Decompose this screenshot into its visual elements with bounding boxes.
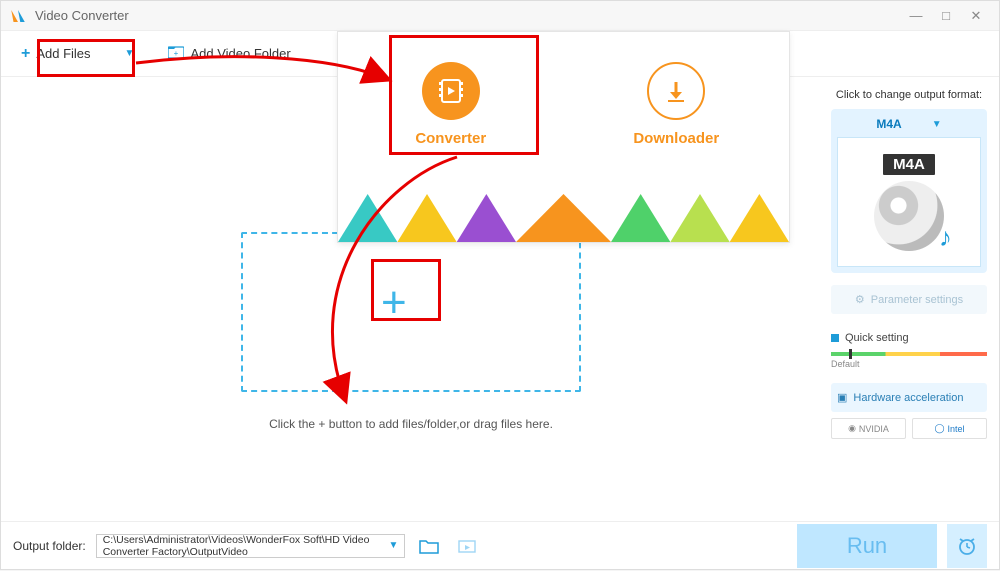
- chip-icon: ▣: [837, 391, 847, 404]
- minimize-button[interactable]: —: [901, 8, 931, 23]
- mode-converter[interactable]: Converter: [376, 62, 526, 147]
- nvidia-icon: ◉: [848, 423, 856, 434]
- folder-icon: [419, 538, 439, 554]
- disc-icon: ♪: [874, 181, 944, 251]
- download-icon: [647, 62, 705, 120]
- vendor-nvidia[interactable]: ◉ NVIDIA: [831, 418, 906, 439]
- quick-setting-label: Quick setting: [845, 332, 909, 344]
- svg-text:+: +: [174, 49, 179, 58]
- bottom-bar: Output folder: C:\Users\Administrator\Vi…: [1, 521, 999, 569]
- parameter-settings-label: Parameter settings: [871, 294, 963, 306]
- plus-icon: +: [21, 45, 30, 63]
- close-button[interactable]: ✕: [961, 8, 991, 24]
- music-note-icon: ♪: [939, 222, 952, 253]
- add-files-button[interactable]: + Add Files: [11, 41, 101, 67]
- folder-plus-icon: +: [168, 45, 184, 62]
- schedule-button[interactable]: [947, 524, 987, 568]
- vendor-intel[interactable]: ◯ Intel: [912, 418, 987, 439]
- output-folder-input[interactable]: C:\Users\Administrator\Videos\WonderFox …: [96, 534, 406, 558]
- output-format-hint: Click to change output format:: [831, 89, 987, 101]
- slider-thumb[interactable]: [849, 349, 852, 359]
- drop-zone[interactable]: [241, 232, 581, 392]
- output-folder-label: Output folder:: [13, 539, 86, 553]
- add-folder-label: Add Video Folder: [190, 46, 290, 61]
- add-video-folder-button[interactable]: + Add Video Folder: [158, 41, 300, 66]
- hw-accel-label: Hardware acceleration: [853, 392, 963, 404]
- folder-open-icon: [457, 538, 477, 554]
- alarm-clock-icon: [956, 535, 978, 557]
- decorative-triangles: [338, 194, 789, 242]
- run-button[interactable]: Run: [797, 524, 937, 568]
- format-preview[interactable]: M4A ♪: [837, 137, 981, 267]
- title-bar: Video Converter — □ ✕: [1, 1, 999, 31]
- mode-converter-label: Converter: [376, 130, 526, 147]
- mode-downloader[interactable]: Downloader: [601, 62, 751, 147]
- format-badge: M4A: [883, 154, 935, 175]
- maximize-button[interactable]: □: [931, 8, 961, 23]
- gpu-vendors: ◉ NVIDIA ◯ Intel: [831, 418, 987, 439]
- app-window: Video Converter — □ ✕ + Add Files ▼ + Ad…: [0, 0, 1000, 570]
- square-bullet-icon: [831, 334, 839, 342]
- quality-slider[interactable]: [831, 352, 987, 356]
- intel-icon: ◯: [934, 423, 944, 434]
- format-selected-label: M4A: [876, 117, 901, 131]
- chevron-down-icon: ▼: [932, 119, 942, 130]
- hardware-acceleration-button[interactable]: ▣ Hardware acceleration: [831, 383, 987, 412]
- chevron-down-icon: ▼: [388, 540, 398, 551]
- output-folder-path: C:\Users\Administrator\Videos\WonderFox …: [103, 534, 389, 558]
- add-plus-icon[interactable]: +: [381, 281, 407, 325]
- parameter-settings-button[interactable]: ⚙ Parameter settings: [831, 285, 987, 314]
- open-output-button[interactable]: [453, 534, 481, 558]
- add-files-label: Add Files: [36, 46, 90, 61]
- output-panel: Click to change output format: M4A ▼ M4A…: [825, 77, 993, 521]
- mode-callout-panel: Converter Downloader: [337, 31, 790, 243]
- sliders-icon: ⚙: [855, 293, 865, 306]
- format-selector[interactable]: M4A ▼: [837, 115, 981, 137]
- film-icon: [422, 62, 480, 120]
- app-logo-icon: [9, 7, 27, 25]
- quick-setting-row: Quick setting: [831, 332, 987, 344]
- format-box: M4A ▼ M4A ♪: [831, 109, 987, 273]
- drop-zone-message: Click the + button to add files/folder,o…: [241, 417, 581, 431]
- window-title: Video Converter: [35, 8, 901, 23]
- mode-downloader-label: Downloader: [601, 130, 751, 147]
- add-files-dropdown[interactable]: ▼: [117, 44, 143, 63]
- slider-default-label: Default: [831, 359, 987, 369]
- browse-folder-button[interactable]: [415, 534, 443, 558]
